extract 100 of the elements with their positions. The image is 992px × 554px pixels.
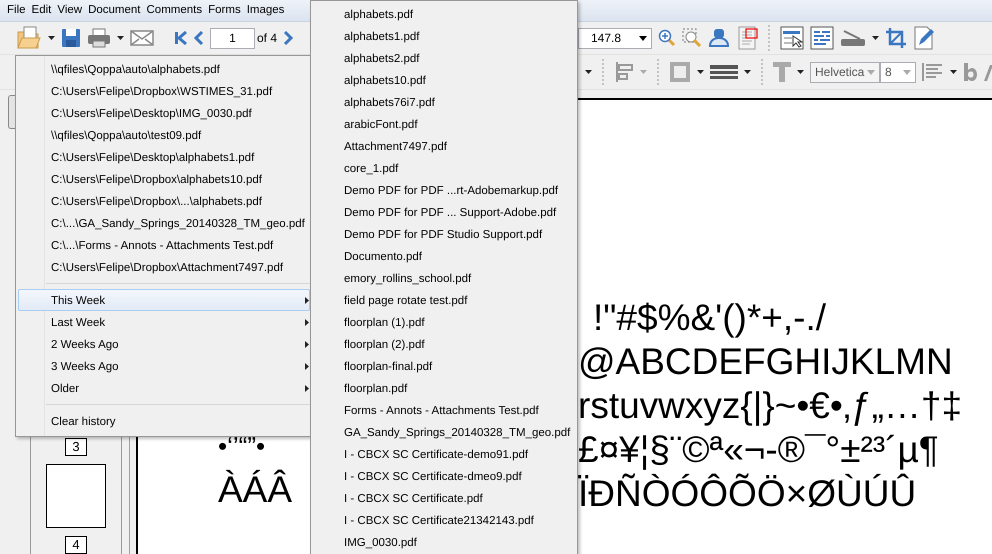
menu-item[interactable]: GA_Sandy_Springs_20140328_TM_geo.pdf (311, 422, 577, 444)
menu-item[interactable]: Last Week (18, 311, 310, 333)
menu-item[interactable]: floorplan (1).pdf (311, 312, 577, 334)
caret-icon[interactable] (872, 36, 879, 40)
menu-item[interactable]: Forms (205, 2, 244, 20)
document-text: !"#$%&'()*+,-./ (593, 296, 828, 340)
menu-item[interactable]: Attachment7497.pdf (311, 136, 577, 158)
submenu-arrow-icon (305, 341, 309, 348)
menu-item[interactable]: Document (85, 2, 144, 20)
document-text: £¤¥¦§¨©ª«¬-®¯°±²³´µ¶ (578, 428, 940, 472)
line-width-icon[interactable] (710, 64, 738, 80)
next-page-icon[interactable] (283, 31, 294, 45)
menu-item[interactable]: IMG_0030.pdf (311, 532, 577, 554)
menu-item[interactable]: arabicFont.pdf (311, 114, 577, 136)
menu-item[interactable]: field page rotate test.pdf (311, 290, 577, 312)
menu-item[interactable]: C:\...\GA_Sandy_Springs_20140328_TM_geo.pdf (18, 212, 310, 234)
document-icon[interactable] (736, 26, 758, 50)
page-count: of 4 (257, 30, 278, 47)
menu-item[interactable]: Images (244, 2, 288, 20)
caret-icon[interactable] (744, 70, 751, 74)
submenu-arrow-icon (305, 385, 309, 392)
menu-item[interactable]: floorplan-final.pdf (311, 356, 577, 378)
menu-item[interactable]: Forms - Annots - Attachments Test.pdf (311, 400, 577, 422)
zoom-field[interactable]: 147.8 (578, 28, 652, 48)
caret-icon[interactable] (585, 70, 592, 74)
menu-item[interactable]: 2 Weeks Ago (18, 333, 310, 355)
caret-icon[interactable] (117, 36, 124, 40)
menu-item[interactable]: C:\Users\Felipe\Dropbox\Attachment7497.pdf (18, 256, 310, 278)
dropdown-caret-icon (903, 70, 911, 74)
dropdown-caret-icon (867, 70, 875, 74)
menu-item[interactable]: File (4, 2, 29, 20)
first-page-icon[interactable] (174, 31, 188, 45)
printer-icon[interactable] (87, 28, 111, 48)
page-number-label: 3 (65, 438, 87, 456)
menu-item[interactable]: core_1.pdf (311, 158, 577, 180)
scanner-icon[interactable] (840, 28, 866, 48)
bold-icon[interactable] (963, 63, 977, 81)
menu-item[interactable]: \\qfiles\Qoppa\auto\alphabets.pdf (18, 58, 310, 80)
menu-item[interactable]: floorplan (2).pdf (311, 334, 577, 356)
page-number-field[interactable]: 1 (210, 28, 255, 48)
menu-item[interactable]: C:\Users\Felipe\Desktop\alphabets1.pdf (18, 146, 310, 168)
menu-item[interactable]: C:\Users\Felipe\Dropbox\...\alphabets.pdf (18, 190, 310, 212)
menu-item[interactable]: Documento.pdf (311, 246, 577, 268)
menu-item[interactable]: Clear history (18, 410, 310, 432)
menu-item[interactable]: I - CBCX SC Certificate-demo91.pdf (311, 444, 577, 466)
submenu-arrow-icon (305, 363, 309, 370)
menu-item[interactable]: Demo PDF for PDF Studio Support.pdf (311, 224, 577, 246)
document-text: @ABCDEFGHIJKLMN (578, 340, 954, 384)
caret-icon[interactable] (797, 70, 804, 74)
menu-item[interactable]: Demo PDF for PDF ... Support-Adobe.pdf (311, 202, 577, 224)
open-folder-icon[interactable] (16, 25, 42, 51)
menu-item[interactable]: alphabets76i7.pdf (311, 92, 577, 114)
menu-item[interactable]: alphabets.pdf (311, 4, 577, 26)
save-icon[interactable] (61, 28, 81, 48)
document-text: •‘’“”• (218, 430, 266, 463)
caret-icon[interactable] (697, 70, 704, 74)
menu-item[interactable]: Older (18, 377, 310, 399)
edit-document-icon[interactable] (913, 26, 935, 50)
menu-item[interactable]: alphabets2.pdf (311, 48, 577, 70)
font-size-field[interactable]: 8 (880, 62, 916, 82)
text-select-icon[interactable] (780, 26, 804, 50)
font-name: Helvetica (815, 64, 864, 81)
zoom-in-icon[interactable] (658, 29, 676, 47)
align-icon[interactable] (614, 61, 634, 83)
document-text: ÀÁÂ (218, 468, 292, 512)
menu-item[interactable]: I - CBCX SC Certificate.pdf (311, 488, 577, 510)
menu-item[interactable]: alphabets1.pdf (311, 26, 577, 48)
envelope-icon[interactable] (130, 29, 154, 47)
dropdown-caret-icon (639, 36, 647, 40)
menu-item[interactable]: I - CBCX SC Certificate-dmeo9.pdf (311, 466, 577, 488)
menu-item[interactable]: Demo PDF for PDF ...rt-Adobemarkup.pdf (311, 180, 577, 202)
font-size-value: 8 (885, 64, 892, 81)
italic-icon[interactable] (983, 63, 992, 81)
page-thumbnail[interactable] (46, 464, 106, 528)
previous-page-icon[interactable] (194, 31, 204, 45)
menu-item[interactable]: 3 Weeks Ago (18, 355, 310, 377)
menu-item[interactable]: This Week (18, 289, 310, 311)
menu-item[interactable]: C:\...\Forms - Annots - Attachments Test.pdf (18, 234, 310, 256)
caret-icon[interactable] (48, 36, 55, 40)
caret-icon[interactable] (950, 70, 957, 74)
align-left-icon[interactable] (922, 63, 944, 81)
menu-item[interactable]: C:\Users\Felipe\Dropbox\alphabets10.pdf (18, 168, 310, 190)
document-text: rstuvwxyz{|}~•€•‚ƒ„…†‡ (578, 384, 962, 428)
menu-item[interactable]: Comments (144, 2, 206, 20)
font-field[interactable]: Helvetica (810, 62, 880, 82)
zoom-value: 147.8 (591, 30, 622, 47)
menu-item[interactable]: Edit (28, 2, 54, 20)
menu-item[interactable]: floorplan.pdf (311, 378, 577, 400)
menu-item[interactable]: View (54, 2, 86, 20)
menu-item[interactable]: C:\Users\Felipe\Dropbox\WSTIMES_31.pdf (18, 80, 310, 102)
menu-item[interactable]: alphabets10.pdf (311, 70, 577, 92)
page-number-label: 4 (65, 536, 87, 554)
menu-item[interactable]: \\qfiles\Qoppa\auto\test09.pdf (18, 124, 310, 146)
marquee-zoom-icon[interactable] (682, 28, 702, 48)
submenu-arrow-icon (305, 319, 309, 326)
menu-item[interactable]: emory_rollins_school.pdf (311, 268, 577, 290)
form-fields-icon[interactable] (810, 26, 834, 50)
menu-item[interactable]: I - CBCX SC Certificate21342143.pdf (311, 510, 577, 532)
crop-icon[interactable] (885, 27, 907, 49)
menu-item[interactable]: C:\Users\Felipe\Desktop\IMG_0030.pdf (18, 102, 310, 124)
